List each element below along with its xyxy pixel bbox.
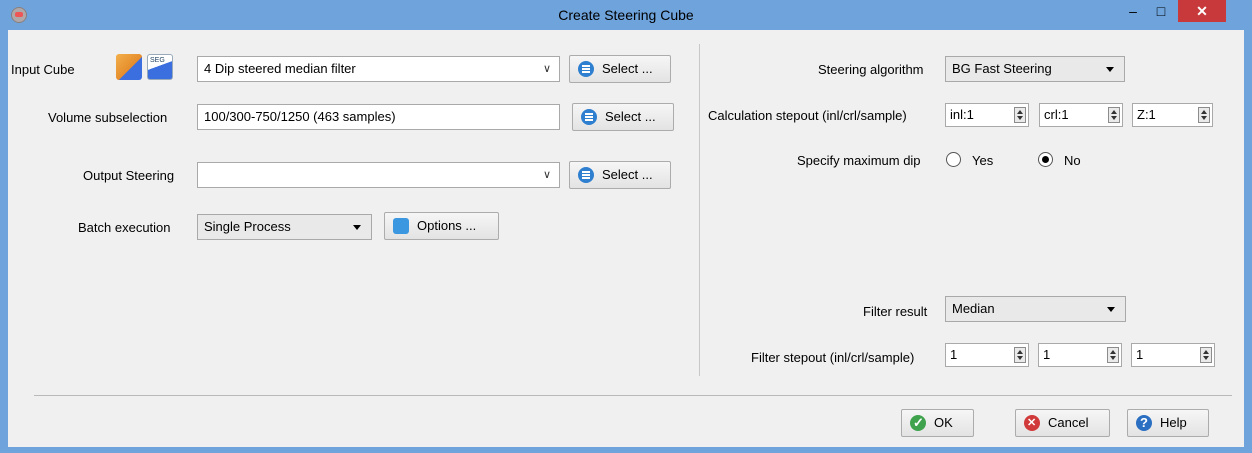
options-button[interactable]: Options ... [384,212,499,240]
spin-arrows-icon[interactable] [1108,107,1120,123]
database-icon [578,167,594,183]
spin-arrows-icon[interactable] [1014,347,1026,363]
filter-result-dropdown[interactable]: Median [945,296,1126,322]
options-label: Options ... [417,218,477,233]
input-cube-combo[interactable]: 4 Dip steered median filter ∨ [197,56,560,82]
filter-crossline-value: 1 [1043,347,1051,362]
dropdown-arrow-icon [353,225,361,230]
output-select-label: Select ... [602,167,653,182]
batch-execution-dropdown[interactable]: Single Process [197,214,372,240]
volume-subselection-label: Volume subselection [48,110,168,125]
volume-subselection-field[interactable]: 100/300-750/1250 (463 samples) [197,104,560,130]
database-icon [578,61,594,77]
maximize-button[interactable]: □ [1148,0,1174,22]
dialog-body: Input Cube 4 Dip steered median filter ∨… [8,30,1244,447]
cancel-button[interactable]: Cancel [1015,409,1110,437]
volume-select-button[interactable]: Select ... [572,103,674,131]
input-select-label: Select ... [602,61,653,76]
dropdown-arrow-icon [1106,67,1114,72]
volume-select-label: Select ... [605,109,656,124]
cancel-label: Cancel [1048,415,1089,430]
spin-arrows-icon[interactable] [1107,347,1119,363]
steering-algorithm-dropdown[interactable]: BG Fast Steering [945,56,1125,82]
filter-stepout-crossline-spinbox[interactable]: 1 [1038,343,1122,367]
filter-stepout-label: Filter stepout (inl/crl/sample) [751,350,915,365]
spin-arrows-icon[interactable] [1198,107,1210,123]
spin-arrows-icon[interactable] [1200,347,1212,363]
filter-result-label: Filter result [863,304,928,319]
stepout-inline-value: inl:1 [950,107,974,122]
stepout-crossline-spinbox[interactable]: crl:1 [1039,103,1123,127]
filter-inline-value: 1 [950,347,958,362]
calculation-stepout-label: Calculation stepout (inl/crl/sample) [708,108,907,123]
window-title: Create Steering Cube [558,7,694,23]
import-cube-icon[interactable] [116,54,142,80]
max-dip-no-radio[interactable] [1038,152,1053,167]
stepout-crossline-value: crl:1 [1044,107,1069,122]
filter-stepout-inline-spinbox[interactable]: 1 [945,343,1029,367]
create-steering-cube-dialog: Create Steering Cube – □ ✕ Input Cube 4 … [0,0,1252,453]
cancel-icon [1024,410,1040,436]
batch-execution-label: Batch execution [78,220,171,235]
title-bar[interactable]: Create Steering Cube – □ ✕ [0,0,1252,30]
gear-icon [393,218,409,234]
database-icon [581,109,597,125]
chevron-down-icon: ∨ [542,169,551,181]
chevron-down-icon: ∨ [542,63,551,75]
stepout-z-spinbox[interactable]: Z:1 [1132,103,1213,127]
filter-sample-value: 1 [1136,347,1144,362]
input-select-button[interactable]: Select ... [569,55,671,83]
help-button[interactable]: Help [1127,409,1209,437]
output-steering-combo[interactable]: ∨ [197,162,560,188]
input-cube-label: Input Cube [11,62,75,77]
max-dip-label: Specify maximum dip [797,153,921,168]
segy-import-icon[interactable] [147,54,173,80]
steering-algorithm-label: Steering algorithm [818,62,924,77]
help-label: Help [1160,415,1187,430]
stepout-inline-spinbox[interactable]: inl:1 [945,103,1029,127]
output-steering-label: Output Steering [83,168,175,183]
horizontal-divider [34,395,1232,396]
batch-execution-value: Single Process [204,219,291,234]
ok-label: OK [934,415,953,430]
ok-button[interactable]: OK [901,409,974,437]
output-select-button[interactable]: Select ... [569,161,671,189]
input-cube-value: 4 Dip steered median filter [204,61,356,76]
filter-result-value: Median [952,301,995,316]
minimize-button[interactable]: – [1120,0,1146,22]
help-icon [1136,410,1152,436]
steering-algorithm-value: BG Fast Steering [952,61,1052,76]
vertical-divider [699,44,700,376]
max-dip-no-label[interactable]: No [1064,153,1081,168]
volume-subselection-value: 100/300-750/1250 (463 samples) [204,109,396,124]
max-dip-yes-label[interactable]: Yes [972,153,993,168]
close-button[interactable]: ✕ [1178,0,1226,22]
spin-arrows-icon[interactable] [1014,107,1026,123]
stepout-z-value: Z:1 [1137,107,1156,122]
max-dip-yes-radio[interactable] [946,152,961,167]
filter-stepout-sample-spinbox[interactable]: 1 [1131,343,1215,367]
checkmark-icon [910,410,926,436]
dropdown-arrow-icon [1107,307,1115,312]
